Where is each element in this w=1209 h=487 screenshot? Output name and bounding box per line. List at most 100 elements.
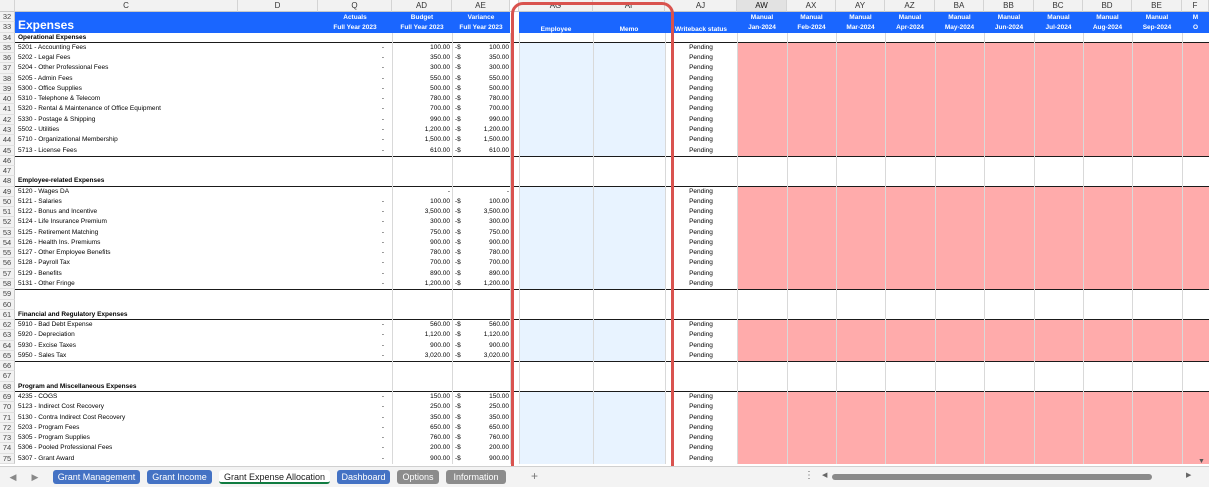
writeback-status[interactable]: Pending [665,53,737,63]
variance-value[interactable]: 1,120.00 [466,330,509,340]
row-header[interactable]: 32 [0,12,15,23]
next-sheet-icon[interactable]: ▶ [30,471,40,483]
row-header[interactable]: 73 [0,433,15,444]
actuals-value[interactable]: - [318,392,384,402]
writeback-status[interactable]: Pending [665,207,737,217]
account-label[interactable]: 5129 - Benefits [18,269,240,279]
budget-value[interactable]: 550.00 [392,74,450,84]
writeback-status[interactable]: Pending [665,125,737,135]
horizontal-scrollbar[interactable]: ◀ ▶ [822,471,1194,481]
writeback-status[interactable]: Pending [665,351,737,361]
writeback-status[interactable]: Pending [665,402,737,412]
actuals-value[interactable]: - [318,94,384,104]
actuals-value[interactable]: - [318,402,384,412]
sheet-tab[interactable]: Grant Management [53,470,140,484]
actuals-value[interactable]: - [318,207,384,217]
account-label[interactable]: 5306 - Pooled Professional Fees [18,443,240,453]
account-label[interactable]: 5203 - Program Fees [18,423,240,433]
row-header[interactable]: 75 [0,453,15,464]
sheet-tab[interactable]: Grant Expense Allocation [219,470,330,484]
variance-value[interactable]: 560.00 [466,320,509,330]
budget-value[interactable]: 890.00 [392,269,450,279]
writeback-status[interactable]: Pending [665,238,737,248]
scroll-down-icon[interactable]: ▼ [1198,458,1205,465]
column-header-aj[interactable]: AJ [665,0,737,12]
budget-value[interactable]: 350.00 [392,53,450,63]
row-header[interactable]: 48 [0,176,15,187]
actuals-value[interactable]: - [318,351,384,361]
column-header-ba[interactable]: BA [935,0,984,12]
account-label[interactable]: 5201 - Accounting Fees [18,43,240,53]
actuals-value[interactable]: - [318,320,384,330]
budget-value[interactable]: 300.00 [392,63,450,73]
column-header-ai[interactable]: AI [593,0,665,12]
account-label[interactable]: 5204 - Other Professional Fees [18,63,240,73]
column-header-ag[interactable]: AG [519,0,593,12]
variance-value[interactable]: 700.00 [466,104,509,114]
row-header[interactable]: 59 [0,289,15,300]
budget-value[interactable]: 700.00 [392,104,450,114]
actuals-value[interactable]: - [318,258,384,268]
account-label[interactable]: 5300 - Office Supplies [18,84,240,94]
actuals-value[interactable]: - [318,423,384,433]
row-header[interactable]: 39 [0,83,15,95]
budget-value[interactable]: 750.00 [392,228,450,238]
variance-value[interactable]: 890.00 [466,269,509,279]
variance-value[interactable]: 200.00 [466,443,509,453]
row-header[interactable]: 56 [0,258,15,269]
account-label[interactable]: 5202 - Legal Fees [18,53,240,63]
writeback-status[interactable]: Pending [665,341,737,351]
row-header[interactable]: 66 [0,361,15,372]
actuals-value[interactable]: - [318,146,384,156]
variance-value[interactable]: 3,500.00 [466,207,509,217]
row-header[interactable]: 68 [0,381,15,392]
more-options-icon[interactable]: ⋮ [804,470,814,481]
budget-value[interactable]: 250.00 [392,402,450,412]
variance-value[interactable]: - [466,187,509,197]
column-header-q[interactable]: Q [318,0,392,12]
variance-value[interactable]: 250.00 [466,402,509,412]
actuals-value[interactable]: - [318,433,384,443]
row-header[interactable]: 57 [0,268,15,280]
account-label[interactable]: 5920 - Depreciation [18,330,240,340]
variance-value[interactable]: 900.00 [466,238,509,248]
budget-value[interactable]: 560.00 [392,320,450,330]
writeback-status[interactable]: Pending [665,443,737,453]
row-header[interactable]: 74 [0,443,15,454]
sheet-tab[interactable]: Grant Income [147,470,212,484]
writeback-status[interactable]: Pending [665,115,737,125]
writeback-status[interactable]: Pending [665,423,737,433]
actuals-value[interactable]: - [318,228,384,238]
actuals-value[interactable]: - [318,279,384,289]
writeback-status[interactable]: Pending [665,135,737,145]
actuals-value[interactable]: - [318,413,384,423]
account-label[interactable]: 5122 - Bonus and Incentive [18,207,240,217]
column-header-d[interactable]: D [238,0,318,12]
variance-value[interactable]: 900.00 [466,341,509,351]
writeback-status[interactable]: Pending [665,84,737,94]
row-header[interactable]: 50 [0,196,15,208]
writeback-status[interactable]: Pending [665,248,737,258]
column-header-az[interactable]: AZ [885,0,935,12]
actuals-value[interactable]: - [318,269,384,279]
budget-value[interactable]: 780.00 [392,248,450,258]
actuals-value[interactable] [318,187,384,197]
scroll-left-icon[interactable]: ◀ [822,471,827,479]
column-header-bc[interactable]: BC [1034,0,1083,12]
writeback-status[interactable]: Pending [665,228,737,238]
budget-value[interactable]: 150.00 [392,392,450,402]
writeback-status[interactable]: Pending [665,197,737,207]
row-header[interactable]: 46 [0,155,15,167]
writeback-status[interactable]: Pending [665,187,737,197]
account-label[interactable]: 5127 - Other Employee Benefits [18,248,240,258]
variance-value[interactable]: 780.00 [466,248,509,258]
row-header[interactable]: 62 [0,320,15,331]
budget-value[interactable]: 1,200.00 [392,125,450,135]
actuals-value[interactable]: - [318,125,384,135]
actuals-value[interactable]: - [318,238,384,248]
spreadsheet-grid[interactable]: C D Q AD AE AG AI AJ AW AX AY AZ BA BB BC BD BE F 32 33 34 35… [0,0,1209,466]
row-header[interactable]: 45 [0,145,15,156]
variance-value[interactable]: 990.00 [466,115,509,125]
actuals-value[interactable]: - [318,115,384,125]
writeback-status[interactable]: Pending [665,94,737,104]
